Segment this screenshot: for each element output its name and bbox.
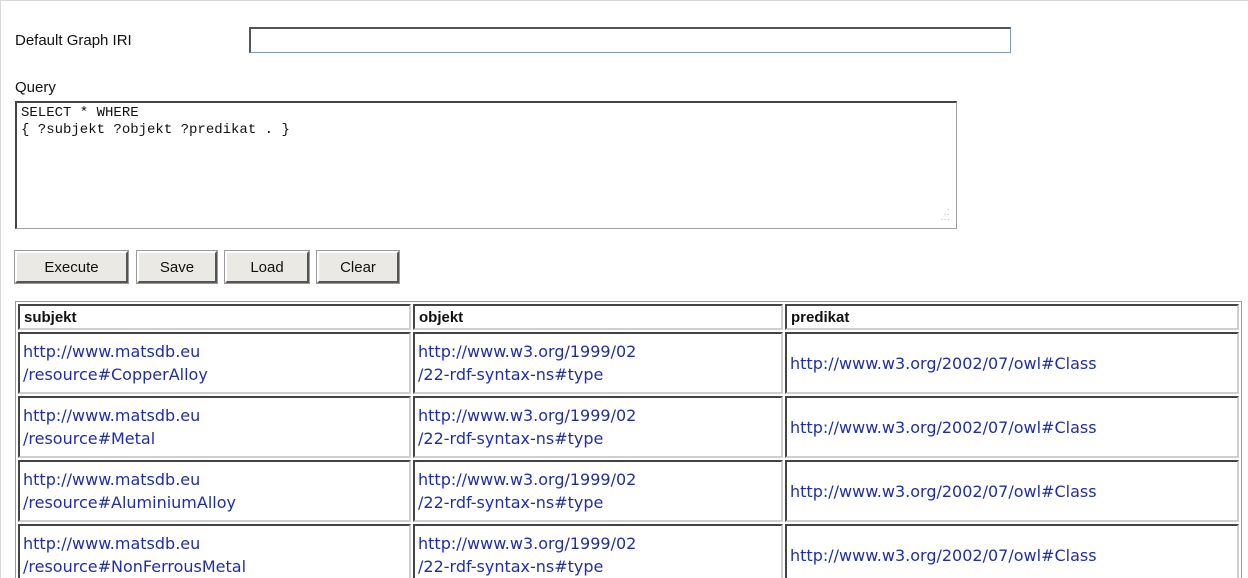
- results-header-row: subjekt objekt predikat: [18, 304, 1239, 330]
- objekt-link[interactable]: http://www.w3.org/1999/02/22-rdf-syntax-…: [418, 342, 636, 384]
- table-row: http://www.matsdb.eu/resource#AluminiumA…: [18, 460, 1239, 522]
- objekt-link[interactable]: http://www.w3.org/1999/02/22-rdf-syntax-…: [418, 406, 636, 448]
- cell-objekt: http://www.w3.org/1999/02/22-rdf-syntax-…: [413, 524, 783, 578]
- cell-subjekt: http://www.matsdb.eu/resource#AluminiumA…: [18, 460, 411, 522]
- execute-button[interactable]: Execute: [15, 251, 128, 283]
- default-graph-iri-input[interactable]: [249, 27, 1011, 53]
- cell-predikat: http://www.w3.org/2002/07/owl#Class: [785, 396, 1239, 458]
- load-button[interactable]: Load: [225, 251, 309, 283]
- cell-objekt: http://www.w3.org/1999/02/22-rdf-syntax-…: [413, 332, 783, 394]
- table-row: http://www.matsdb.eu/resource#CopperAllo…: [18, 332, 1239, 394]
- predikat-link[interactable]: http://www.w3.org/2002/07/owl#Class: [790, 418, 1097, 437]
- objekt-link[interactable]: http://www.w3.org/1999/02/22-rdf-syntax-…: [418, 534, 636, 576]
- cell-subjekt: http://www.matsdb.eu/resource#Metal: [18, 396, 411, 458]
- cell-objekt: http://www.w3.org/1999/02/22-rdf-syntax-…: [413, 396, 783, 458]
- cell-predikat: http://www.w3.org/2002/07/owl#Class: [785, 332, 1239, 394]
- cell-predikat: http://www.w3.org/2002/07/owl#Class: [785, 460, 1239, 522]
- cell-subjekt: http://www.matsdb.eu/resource#NonFerrous…: [18, 524, 411, 578]
- predikat-link[interactable]: http://www.w3.org/2002/07/owl#Class: [790, 546, 1097, 565]
- default-graph-iri-label: Default Graph IRI: [15, 32, 132, 49]
- column-header-objekt: objekt: [413, 304, 783, 330]
- subjekt-link[interactable]: http://www.matsdb.eu/resource#AluminiumA…: [23, 470, 236, 512]
- predikat-link[interactable]: http://www.w3.org/2002/07/owl#Class: [790, 354, 1097, 373]
- query-label: Query: [15, 79, 56, 96]
- results-table: subjekt objekt predikat http://www.matsd…: [15, 301, 1242, 578]
- subjekt-link[interactable]: http://www.matsdb.eu/resource#Metal: [23, 406, 200, 448]
- subjekt-link[interactable]: http://www.matsdb.eu/resource#NonFerrous…: [23, 534, 246, 576]
- query-textarea[interactable]: SELECT * WHERE { ?subjekt ?objekt ?predi…: [15, 101, 957, 229]
- cell-subjekt: http://www.matsdb.eu/resource#CopperAllo…: [18, 332, 411, 394]
- table-row: http://www.matsdb.eu/resource#Metal http…: [18, 396, 1239, 458]
- column-header-predikat: predikat: [785, 304, 1239, 330]
- save-button[interactable]: Save: [137, 251, 217, 283]
- objekt-link[interactable]: http://www.w3.org/1999/02/22-rdf-syntax-…: [418, 470, 636, 512]
- column-header-subjekt: subjekt: [18, 304, 411, 330]
- clear-button[interactable]: Clear: [317, 251, 399, 283]
- cell-objekt: http://www.w3.org/1999/02/22-rdf-syntax-…: [413, 460, 783, 522]
- cell-predikat: http://www.w3.org/2002/07/owl#Class: [785, 524, 1239, 578]
- subjekt-link[interactable]: http://www.matsdb.eu/resource#CopperAllo…: [23, 342, 208, 384]
- sparql-query-panel: Default Graph IRI Query SELECT * WHERE {…: [0, 0, 1248, 578]
- predikat-link[interactable]: http://www.w3.org/2002/07/owl#Class: [790, 482, 1097, 501]
- table-row: http://www.matsdb.eu/resource#NonFerrous…: [18, 524, 1239, 578]
